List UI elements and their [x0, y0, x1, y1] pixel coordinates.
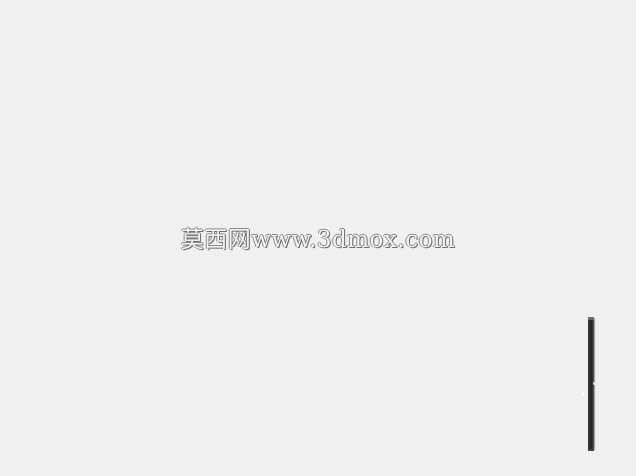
render-viewport: 莫西网www.3dmox.com	[0, 0, 636, 476]
watermark-text: 莫西网www.3dmox.com	[180, 227, 456, 253]
highlight-dot	[582, 393, 584, 395]
hinge-dot	[593, 382, 596, 385]
panel-edge-cap	[588, 317, 594, 320]
panel-edge-foot	[588, 449, 594, 451]
panel-edge-object	[588, 317, 596, 451]
